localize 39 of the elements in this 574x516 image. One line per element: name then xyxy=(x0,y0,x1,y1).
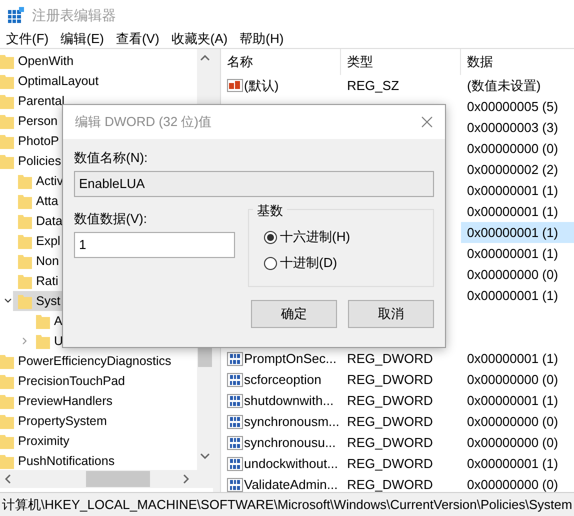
field-label: 数值名称(N): xyxy=(74,149,149,166)
dialog-title: 编辑 DWORD (32 位)值 xyxy=(75,113,212,132)
table-cell-text: 0x00000001 (1) xyxy=(467,392,558,410)
field-label: 数值数据(V): xyxy=(74,210,148,227)
table-cell: REG_DWORD xyxy=(347,350,433,366)
table-cell-text: 0x00000001 (1) xyxy=(467,286,558,305)
table-cell-text: scforceoption xyxy=(244,370,322,389)
table-cell: REG_DWORD xyxy=(347,456,433,471)
table-cell-text: 0x00000003 (3) xyxy=(467,118,558,137)
table-cell-text: 0x00000001 (1) xyxy=(467,454,558,473)
table-cell-text: 0x00000000 (0) xyxy=(467,370,558,389)
table-cell: REG_DWORD xyxy=(347,476,433,492)
table-cell-text: synchronousm... xyxy=(244,412,340,431)
table-cell-text: 0x00000000 (0) xyxy=(467,266,558,284)
table-cell-text: 0x00000001 (1) xyxy=(467,244,558,263)
table-cell: REG_SZ xyxy=(347,78,400,93)
table-cell-text: 0x00000000 (0) xyxy=(467,140,558,158)
table-cell-text: 0x00000005 (5) xyxy=(467,98,558,116)
table-cell-text: 0x00000000 (0) xyxy=(467,434,558,452)
table-cell-text: 0x00000000 (0) xyxy=(467,412,558,431)
window-title: 注册表编辑器 xyxy=(32,6,116,24)
table-cell-text: synchronousu... xyxy=(244,434,336,452)
table-cell-text: shutdownwith... xyxy=(244,392,334,410)
status-bar: 计算机\HKEY_LOCAL_MACHINE\SOFTWARE\Microsoft\Windows\CurrentVersion\Policies\System xyxy=(0,492,574,516)
table-cell-text: 0x00000001 (1) xyxy=(467,224,558,242)
table-cell-text: undockwithout... xyxy=(244,454,338,473)
table-cell-text: 0x00000001 (1) xyxy=(467,350,558,368)
table-cell: REG_DWORD xyxy=(347,392,433,408)
table-cell-text: PromptOnSec... xyxy=(244,350,336,368)
table-cell-text: ValidateAdmin... xyxy=(244,476,338,494)
table-cell: REG_DWORD xyxy=(347,414,433,429)
table-cell-text: 0x00000002 (2) xyxy=(467,160,558,179)
table-cell-text: (数值未设置) xyxy=(467,76,541,95)
table-cell-text: 0x00000001 (1) xyxy=(467,182,558,200)
table-cell: REG_DWORD xyxy=(347,372,433,387)
table-cell-text: (默认) xyxy=(244,76,279,95)
table-cell-text: 0x00000000 (0) xyxy=(467,476,558,494)
table-cell: REG_DWORD xyxy=(347,434,433,450)
table-cell-text: 0x00000001 (1) xyxy=(467,202,558,221)
